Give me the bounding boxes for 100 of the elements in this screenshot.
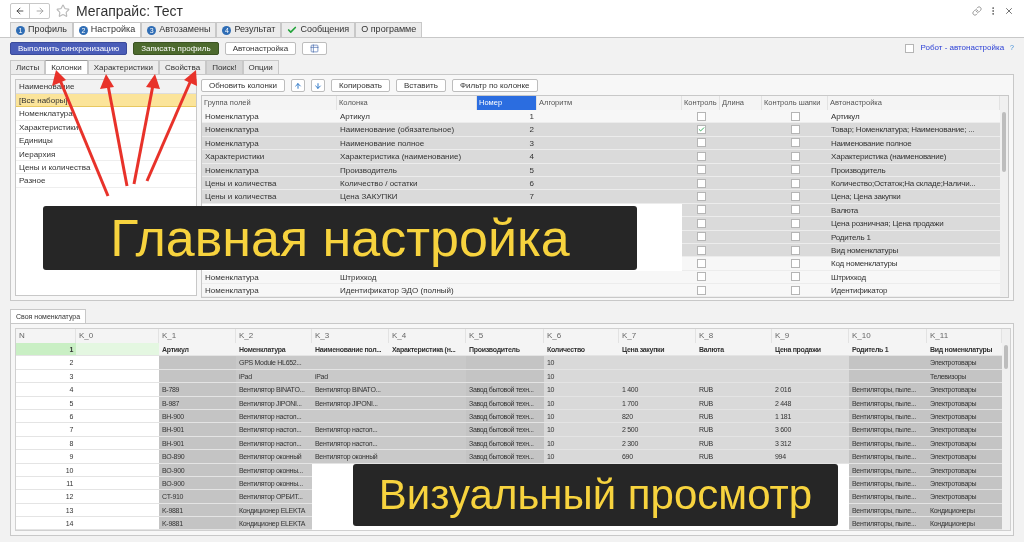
table-cell: 4 [477, 150, 537, 164]
checkbox[interactable] [696, 259, 706, 268]
table-cell: Цена; Цена закупки [828, 190, 1000, 204]
checkbox[interactable] [790, 165, 800, 175]
toolbar-button[interactable]: Копировать [330, 79, 390, 92]
list-item[interactable]: Иерархия [16, 147, 196, 161]
list-item[interactable]: Номенклатура [16, 107, 196, 121]
checkbox[interactable] [790, 218, 800, 228]
table-cell: Цены и количества [202, 190, 337, 204]
list-item[interactable]: [Все наборы] [16, 94, 196, 108]
checkbox[interactable] [790, 285, 800, 295]
tab[interactable]: Сообщения [281, 22, 356, 37]
column-header: K_6 [544, 329, 619, 343]
checkbox[interactable] [696, 245, 706, 255]
table-cell: Цена ЗАКУПКИ [337, 190, 477, 204]
table-cell: 1 [477, 110, 537, 124]
checkbox[interactable] [790, 245, 800, 255]
checkbox[interactable] [696, 232, 706, 242]
column-header: K_11 [927, 329, 1002, 343]
checkbox[interactable] [790, 232, 800, 242]
column-header: K_7 [619, 329, 696, 343]
table-cell: Номенклатура [202, 110, 337, 124]
table-cell: 2 [477, 123, 537, 137]
checkbox[interactable] [696, 151, 706, 161]
table-cell: Цена розничная; Цена продажи [828, 217, 1000, 231]
list-item[interactable]: Цены и количества [16, 160, 196, 175]
caption-banner: Визуальный просмотр [353, 464, 838, 526]
table-cell: Характеристика (наименование) [337, 150, 477, 164]
tab[interactable]: Опции [242, 60, 279, 74]
star-icon[interactable] [56, 4, 70, 18]
tab[interactable]: О программе [355, 22, 423, 37]
list-item[interactable]: Характеристики [16, 120, 196, 135]
checkbox[interactable] [905, 43, 915, 53]
tab[interactable]: Поиск! [206, 60, 243, 74]
checkbox[interactable] [790, 111, 800, 121]
tab[interactable]: Свойства [159, 60, 207, 74]
table-cell: Артикул [828, 110, 1000, 124]
caption-banner: Главная настройка [43, 206, 637, 270]
toolbar-button[interactable]: Выполнить синхронизацию [10, 41, 128, 55]
table-cell: Идентификатор [828, 284, 1000, 298]
list-item[interactable]: Единицы [16, 134, 196, 148]
move-up-button[interactable] [290, 79, 305, 92]
toolbar-button[interactable]: Автонастройка [224, 41, 297, 55]
table-cell: Номенклатура [202, 270, 337, 285]
checkbox[interactable] [696, 192, 706, 202]
tab[interactable]: Колонки [45, 60, 88, 74]
checkbox[interactable] [790, 138, 800, 148]
checkbox[interactable] [696, 111, 706, 121]
checkbox[interactable] [790, 192, 800, 202]
tab[interactable]: Характеристики [87, 60, 159, 74]
robot-link[interactable]: Робот - автонастройка [920, 42, 1005, 54]
table-cell: Код номенклатуры [828, 257, 1000, 271]
checkbox[interactable] [790, 259, 800, 268]
column-header: K_4 [389, 329, 466, 343]
toolbar-button[interactable]: Вставить [396, 79, 446, 92]
table-cell: Характеристика (наименование) [828, 150, 1000, 164]
tab[interactable]: Листы [10, 60, 46, 74]
checkbox[interactable] [696, 205, 706, 215]
table-cell: Артикул [337, 110, 477, 124]
checkbox[interactable] [696, 178, 706, 188]
link-icon[interactable] [972, 6, 982, 16]
checkbox[interactable] [790, 151, 800, 161]
column-header: K_1 [159, 329, 236, 343]
column-header: K_2 [236, 329, 312, 343]
toolbar-button[interactable]: Фильтр по колонке [451, 79, 538, 92]
checkbox[interactable] [790, 178, 800, 188]
table-cell: Штрихкод [337, 270, 477, 285]
table-cell: Номенклатура [202, 284, 337, 298]
column-header: K_10 [849, 329, 927, 343]
back-arrow-icon [15, 6, 25, 16]
column-header: K_5 [466, 329, 544, 343]
list-item[interactable]: Разное [16, 174, 196, 188]
checkbox[interactable] [790, 272, 800, 282]
table-cell: Идентификатор ЭДО (полный) [337, 284, 477, 298]
close-icon[interactable] [1004, 6, 1014, 16]
arrow-down-icon [313, 81, 322, 90]
table-cell: Номенклатура [202, 123, 337, 137]
checkbox[interactable] [696, 285, 706, 295]
checkbox[interactable] [696, 272, 706, 282]
arrow-up-icon [293, 81, 302, 90]
checkbox[interactable] [696, 138, 706, 148]
table-icon [310, 43, 320, 53]
table-cell: Характеристики [202, 150, 337, 164]
move-down-button[interactable] [310, 79, 325, 92]
scrollbar[interactable] [1000, 96, 1008, 298]
toolbar-button[interactable]: Записать профиль [133, 41, 219, 55]
check-icon [287, 25, 298, 35]
table-cell: Товар; Номенклатура; Наименование; ... [828, 123, 1000, 137]
checkbox[interactable] [696, 218, 706, 228]
forward-arrow-icon [34, 6, 45, 16]
toolbar-button[interactable]: Обновить колонки [201, 79, 285, 92]
scrollbar[interactable] [1002, 329, 1010, 531]
column-header: K_8 [696, 329, 772, 343]
column-header: K_9 [772, 329, 849, 343]
table-settings-button[interactable] [302, 41, 328, 55]
checkbox[interactable] [696, 125, 706, 135]
window-title: Мегапрайс: Тест [76, 1, 183, 21]
checkbox[interactable] [696, 165, 706, 175]
checkbox[interactable] [790, 125, 800, 135]
checkbox[interactable] [790, 205, 800, 215]
